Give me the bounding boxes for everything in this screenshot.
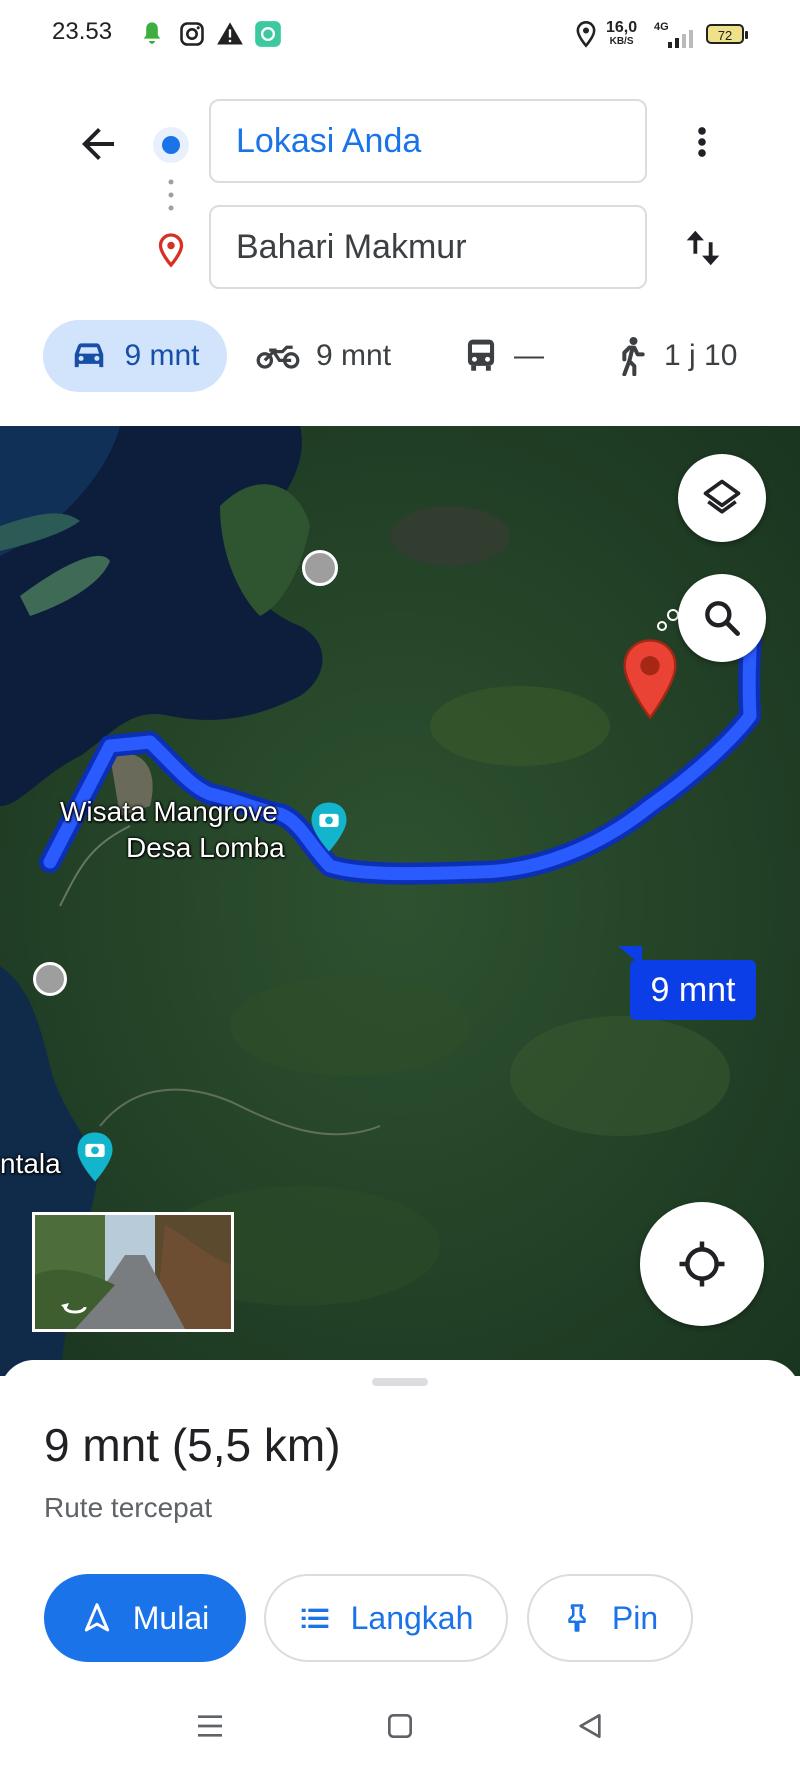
pin-button-label: Pin: [611, 1599, 659, 1636]
origin-dot-icon: [153, 127, 189, 163]
network-speed: 16,0 KB/S: [606, 19, 638, 48]
mode-tab-walk[interactable]: 1 j 10: [614, 320, 737, 392]
walk-icon: [622, 337, 645, 376]
transit-icon: [467, 339, 495, 371]
back-triangle-icon[interactable]: [574, 1710, 606, 1742]
notification-bell-icon: [143, 22, 161, 44]
swap-directions-icon[interactable]: [680, 222, 726, 274]
place-label-mangrove-line2[interactable]: Desa Lomba: [126, 832, 285, 864]
tourist-attraction-pin-icon[interactable]: [74, 1130, 116, 1184]
destination-marker-icon[interactable]: [620, 638, 680, 720]
signal-icon: [668, 30, 693, 48]
battery-icon: 72: [706, 24, 748, 44]
route-time-badge[interactable]: 9 mnt: [630, 960, 756, 1020]
mode-car-time: 9 mnt: [124, 339, 200, 372]
map-view[interactable]: Wisata Mangrove Desa Lomba ntala 9 mnt: [0, 426, 800, 1376]
alternate-point-marker: [302, 550, 338, 586]
destination-input[interactable]: Bahari Makmur: [209, 205, 647, 289]
network-type: 4G: [654, 21, 669, 33]
crosshair-location-icon: [679, 1241, 725, 1287]
steps-button[interactable]: Langkah: [264, 1574, 508, 1662]
place-label-ntala[interactable]: ntala: [0, 1148, 61, 1180]
mode-tab-transit[interactable]: —: [464, 320, 544, 392]
recent-apps-icon[interactable]: [194, 1710, 226, 1742]
search-icon: [705, 601, 740, 636]
location-pin-icon: [576, 21, 596, 48]
status-bar: 23.53 16,0 KB/S 4G 72: [0, 0, 800, 70]
sheet-drag-handle[interactable]: [372, 1378, 428, 1386]
layers-button[interactable]: [678, 454, 766, 542]
mode-tab-motorcycle[interactable]: 9 mnt: [256, 320, 391, 392]
home-icon[interactable]: [384, 1710, 416, 1742]
warning-icon: [217, 22, 243, 45]
route-connector-dots: [168, 179, 174, 211]
list-icon: [301, 1608, 328, 1628]
mode-transit-time: —: [514, 339, 544, 372]
route-badge-pointer: [618, 946, 642, 966]
mode-motorcycle-time: 9 mnt: [316, 339, 392, 372]
route-description: Rute tercepat: [44, 1492, 213, 1523]
app-icon: [255, 21, 281, 47]
street-view-image: [35, 1215, 231, 1329]
status-time: 23.53: [52, 18, 113, 45]
pin-button[interactable]: Pin: [527, 1574, 693, 1662]
mode-tab-car[interactable]: 9 mnt: [43, 320, 227, 392]
instagram-icon: [180, 22, 204, 46]
street-view-thumbnail[interactable]: [32, 1212, 234, 1332]
more-options-icon[interactable]: [683, 118, 721, 166]
search-along-route-button[interactable]: [678, 574, 766, 662]
layers-icon: [703, 479, 741, 514]
my-location-button[interactable]: [640, 1202, 764, 1326]
origin-input[interactable]: Lokasi Anda: [209, 99, 647, 183]
route-start-marker: [33, 962, 67, 996]
place-label-mangrove-line1[interactable]: Wisata Mangrove: [60, 796, 278, 828]
back-arrow-icon[interactable]: [74, 120, 122, 168]
mode-walk-time: 1 j 10: [664, 339, 738, 372]
navigation-arrow-icon: [84, 1603, 109, 1632]
start-navigation-button[interactable]: Mulai: [44, 1574, 246, 1662]
motorcycle-icon: [256, 345, 300, 369]
steps-button-label: Langkah: [350, 1599, 474, 1636]
start-button-label: Mulai: [132, 1599, 210, 1636]
tourist-attraction-pin-icon[interactable]: [308, 800, 350, 854]
car-icon: [75, 343, 104, 368]
route-duration-distance: 9 mnt (5,5 km): [44, 1419, 341, 1471]
pushpin-icon: [568, 1604, 586, 1632]
destination-pin-icon: [158, 233, 184, 268]
